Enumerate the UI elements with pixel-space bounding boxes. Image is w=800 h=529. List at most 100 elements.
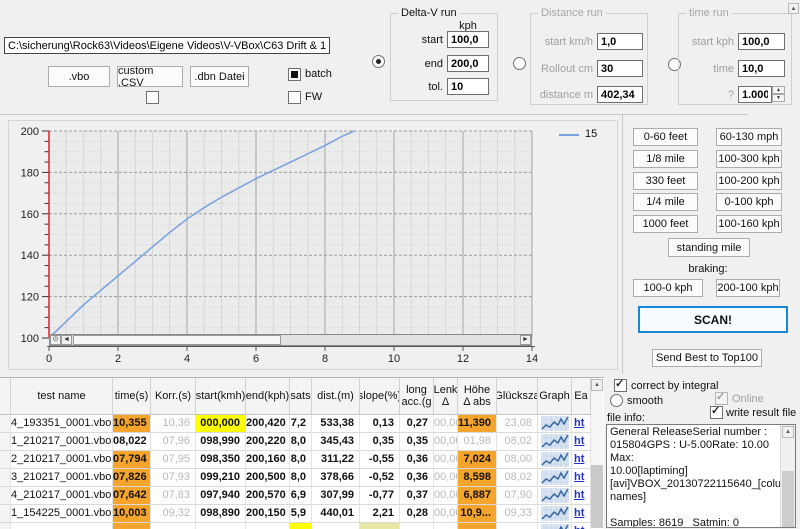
graph-cell[interactable] — [538, 433, 572, 451]
btn-0-100-kph[interactable]: 0-100 kph — [716, 193, 782, 211]
row-selector-cell[interactable] — [0, 451, 11, 469]
custom-csv-button[interactable]: custom .CSV — [117, 66, 183, 87]
row-selector-cell[interactable] — [0, 415, 11, 433]
graph-cell[interactable] — [538, 469, 572, 487]
file-info-scrollbar[interactable]: ▲ — [780, 425, 795, 527]
column-header[interactable] — [0, 378, 11, 415]
column-header[interactable]: start(kmh) — [196, 378, 246, 415]
table-row[interactable]: 2_210217_0001.vbo07,79407,95098,350200,1… — [0, 451, 604, 469]
column-header[interactable]: long acc.(g — [400, 378, 434, 415]
spinner-up-icon[interactable]: ▲ — [772, 86, 785, 94]
column-header[interactable]: slope(%) — [360, 378, 400, 415]
column-header[interactable]: end(kph) — [246, 378, 290, 415]
btn-100-200-kph[interactable]: 100-200 kph — [716, 172, 782, 190]
btn-standing-mile[interactable]: standing mile — [668, 238, 750, 257]
result-link[interactable]: ht — [574, 453, 584, 465]
link-cell[interactable]: ht — [572, 415, 591, 433]
table-row[interactable]: 1_210217_0001.vbo08,02207,96098,990200,2… — [0, 433, 604, 451]
factor-input[interactable] — [738, 86, 772, 103]
result-link[interactable]: ht — [574, 507, 584, 519]
table-row[interactable]: ht — [0, 523, 604, 529]
row-selector-cell[interactable] — [0, 433, 11, 451]
batch-checkbox[interactable] — [288, 68, 301, 81]
csv-option-checkbox[interactable] — [146, 91, 159, 104]
column-header[interactable]: dist.(m) — [312, 378, 360, 415]
rollout-input[interactable] — [597, 60, 643, 77]
link-cell[interactable]: ht — [572, 433, 591, 451]
result-link[interactable]: ht — [574, 525, 584, 529]
chart-h-scrollbar[interactable]: ⊙ ◄ ► — [49, 334, 532, 346]
column-header[interactable]: test name — [11, 378, 113, 415]
tol-input[interactable] — [447, 78, 489, 95]
btn-1-4-mile[interactable]: 1/4 mile — [633, 193, 698, 211]
table-row[interactable]: 4_193351_0001.vbo10,35510,36000,000200,4… — [0, 415, 604, 433]
table-scrollbar-thumb[interactable] — [591, 465, 603, 528]
column-header[interactable]: sats — [290, 378, 312, 415]
link-cell[interactable]: ht — [572, 523, 591, 529]
result-link[interactable]: ht — [574, 489, 584, 501]
btn-330-feet[interactable]: 330 feet — [633, 172, 698, 190]
file-info-scrollbar-thumb[interactable] — [782, 471, 794, 527]
link-cell[interactable]: ht — [572, 505, 591, 523]
factor-spinner[interactable]: ▲ ▼ — [772, 86, 785, 103]
table-row[interactable]: 3_210217_0001.vbo07,82607,93099,210200,5… — [0, 469, 604, 487]
test-name-cell[interactable] — [11, 523, 113, 529]
btn-100-160-kph[interactable]: 100-160 kph — [716, 215, 782, 233]
column-header[interactable]: Graph — [538, 378, 572, 415]
test-name-cell[interactable]: 4_210217_0001.vbo — [11, 487, 113, 505]
end-input[interactable] — [447, 55, 489, 72]
row-selector-cell[interactable] — [0, 469, 11, 487]
btn-1000-feet[interactable]: 1000 feet — [633, 215, 698, 233]
dbn-datei-button[interactable]: .dbn Datei — [190, 66, 249, 87]
btn-60-130-mph[interactable]: 60-130 mph — [716, 128, 782, 146]
time-input[interactable] — [738, 60, 785, 77]
smooth-radio[interactable] — [610, 394, 623, 407]
spinner-down-icon[interactable]: ▼ — [772, 94, 785, 102]
test-name-cell[interactable]: 1_154225_0001.vbo — [11, 505, 113, 523]
btn-0-60-feet[interactable]: 0-60 feet — [633, 128, 698, 146]
result-link[interactable]: ht — [574, 417, 584, 429]
window-scroll-up-button[interactable]: ▲ — [788, 3, 799, 14]
file-info-scroll-up-icon[interactable]: ▲ — [782, 426, 794, 438]
row-selector-cell[interactable] — [0, 505, 11, 523]
scroll-right-icon[interactable]: ► — [520, 335, 531, 345]
btn-200-100-kph[interactable]: 200-100 kph — [716, 279, 780, 297]
link-cell[interactable]: ht — [572, 487, 591, 505]
column-header[interactable]: Korr.(s) — [151, 378, 196, 415]
zoom-reset-icon[interactable]: ⊙ — [50, 335, 61, 345]
result-link[interactable]: ht — [574, 471, 584, 483]
graph-cell[interactable] — [538, 415, 572, 433]
send-best-button[interactable]: Send Best to Top100 — [652, 349, 762, 367]
start-kph-input[interactable] — [738, 33, 785, 50]
file-info-box[interactable]: General ReleaseSerial number : 015804GPS… — [606, 424, 796, 528]
test-name-cell[interactable]: 1_210217_0001.vbo — [11, 433, 113, 451]
table-row[interactable]: 4_210217_0001.vbo07,64207,83097,940200,5… — [0, 487, 604, 505]
correct-by-integral-checkbox[interactable]: ✓ — [614, 379, 627, 392]
column-header[interactable]: Glücksza — [497, 378, 538, 415]
row-selector-cell[interactable] — [0, 487, 11, 505]
test-name-cell[interactable]: 3_210217_0001.vbo — [11, 469, 113, 487]
btn-100-300-kph[interactable]: 100-300 kph — [716, 150, 782, 168]
vbo-button[interactable]: .vbo — [48, 66, 110, 87]
result-link[interactable]: ht — [574, 435, 584, 447]
write-result-file-checkbox[interactable]: ✓ — [710, 406, 723, 419]
file-path-input[interactable] — [4, 37, 330, 54]
distance-m-input[interactable] — [597, 86, 643, 103]
test-name-cell[interactable]: 4_193351_0001.vbo — [11, 415, 113, 433]
graph-cell[interactable] — [538, 451, 572, 469]
graph-cell[interactable] — [538, 505, 572, 523]
column-header[interactable]: Höhe Δ abs — [458, 378, 497, 415]
fw-checkbox[interactable] — [288, 91, 301, 104]
link-cell[interactable]: ht — [572, 469, 591, 487]
graph-cell[interactable] — [538, 487, 572, 505]
start-kmh-input[interactable] — [597, 33, 643, 50]
scan-button[interactable]: SCAN! — [638, 306, 788, 333]
start-input[interactable] — [447, 31, 489, 48]
test-name-cell[interactable]: 2_210217_0001.vbo — [11, 451, 113, 469]
row-selector-cell[interactable] — [0, 523, 11, 529]
btn-1-8-mile[interactable]: 1/8 mile — [633, 150, 698, 168]
table-scroll-up-icon[interactable]: ▲ — [591, 379, 603, 391]
deltav-mode-radio[interactable] — [372, 55, 385, 68]
column-header[interactable]: Lenk Δ — [434, 378, 458, 415]
distance-mode-radio[interactable] — [513, 57, 526, 70]
